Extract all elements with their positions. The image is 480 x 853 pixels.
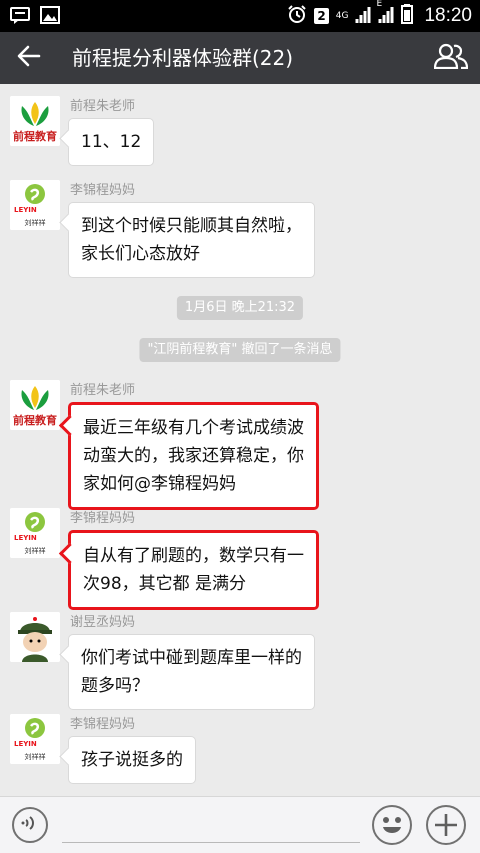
message-text: 家如何@李锦程妈妈: [83, 474, 236, 494]
avatar-li-jincheng-mom[interactable]: LEYIN 刘祥祥: [10, 714, 60, 764]
message-text: 自从有了刷题的，数学只有一: [83, 546, 304, 566]
timestamp-divider: 1月6日 晚上21:32: [176, 296, 304, 320]
message-bubble-highlighted[interactable]: 最近三年级有几个考试成绩波 动蛮大的，我家还算稳定，你 家如何@李锦程妈妈: [68, 402, 319, 510]
sender-name: 李锦程妈妈: [70, 183, 136, 198]
message-bubble-highlighted[interactable]: 自从有了刷题的，数学只有一 次98，其它都 是满分: [68, 530, 319, 610]
network-type: 4G: [335, 10, 349, 21]
signal-2-icon: E: [376, 0, 394, 27]
soldier-cartoon-icon: [10, 612, 60, 662]
plus-icon: [428, 814, 464, 847]
voice-input-button[interactable]: [12, 807, 48, 843]
avatar-li-jincheng-mom[interactable]: LEYIN 刘祥祥: [10, 180, 60, 230]
message-text: 次98，其它都 是满分: [83, 574, 247, 594]
message-text: 题多吗？: [81, 676, 149, 696]
sender-name: 前程朱老师: [70, 99, 136, 114]
message-text: 11、12: [81, 132, 142, 152]
message-text: 动蛮大的，我家还算稳定，你: [83, 446, 304, 466]
avatar-xie-yucheng-mom[interactable]: [10, 612, 60, 662]
sender-name: 前程朱老师: [70, 383, 136, 398]
arrow-left-icon: [17, 45, 41, 71]
avatar-li-jincheng-mom[interactable]: LEYIN 刘祥祥: [10, 508, 60, 558]
leyin-logo-caption: 刘祥祥: [24, 753, 46, 761]
message-list[interactable]: 前程教育 前程朱老师 11、12 LEYIN 刘祥祥 李锦程妈妈 到这个时候只能…: [0, 84, 480, 796]
sender-name: 谢昱丞妈妈: [70, 615, 136, 630]
input-bar: [0, 796, 480, 853]
status-bar: 2 4G E 18:20: [0, 0, 480, 32]
group-members-icon: [433, 43, 469, 73]
notification-message-icon: [10, 6, 30, 24]
message-input[interactable]: [62, 809, 360, 843]
voice-input-icon: [21, 814, 39, 836]
more-options-button[interactable]: [426, 805, 466, 845]
clock: 18:20: [424, 5, 472, 26]
avatar-qiancheng-teacher[interactable]: 前程教育: [10, 380, 60, 430]
battery-icon: [401, 4, 414, 28]
recall-notice: "江阴前程教育" 撤回了一条消息: [139, 338, 341, 362]
chat-title: 前程提分利器体验群(22): [72, 46, 294, 70]
message-text: 最近三年级有几个考试成绩波: [83, 418, 304, 438]
group-members-button[interactable]: [430, 40, 472, 76]
network-sub-label: E: [376, 0, 383, 9]
message-bubble[interactable]: 11、12: [68, 118, 155, 166]
avatar-qiancheng-teacher[interactable]: 前程教育: [10, 96, 60, 146]
message-text: 家长们心态放好: [81, 244, 200, 264]
sender-name: 李锦程妈妈: [70, 717, 136, 732]
qiancheng-logo-text: 前程教育: [13, 414, 57, 427]
leyin-logo-caption: 刘祥祥: [24, 547, 46, 555]
leyin-logo-text: LEYIN: [14, 740, 37, 748]
chat-header: 前程提分利器体验群(22): [0, 32, 480, 84]
alarm-icon: [287, 4, 307, 28]
leyin-logo-caption: 刘祥祥: [24, 219, 46, 227]
signal-icon: [355, 5, 371, 27]
message-text: 孩子说挺多的: [81, 750, 183, 770]
emoji-icon: [374, 817, 410, 847]
message-text: 到这个时候只能顺其自然啦，: [81, 216, 302, 236]
sender-name: 李锦程妈妈: [70, 511, 136, 526]
leyin-logo-text: LEYIN: [14, 206, 37, 214]
message-bubble[interactable]: 孩子说挺多的: [68, 736, 196, 784]
sim-badge: 2: [314, 8, 329, 24]
qiancheng-logo-text: 前程教育: [13, 130, 57, 143]
message-bubble[interactable]: 到这个时候只能顺其自然啦， 家长们心态放好: [68, 202, 315, 278]
notification-image-icon: [40, 6, 60, 24]
message-bubble[interactable]: 你们考试中碰到题库里一样的 题多吗？: [68, 634, 315, 710]
network-label: 4G: [335, 10, 349, 21]
emoji-button[interactable]: [372, 805, 412, 845]
message-text: 你们考试中碰到题库里一样的: [81, 648, 302, 668]
leyin-logo-text: LEYIN: [14, 534, 37, 542]
back-button[interactable]: [10, 40, 48, 76]
